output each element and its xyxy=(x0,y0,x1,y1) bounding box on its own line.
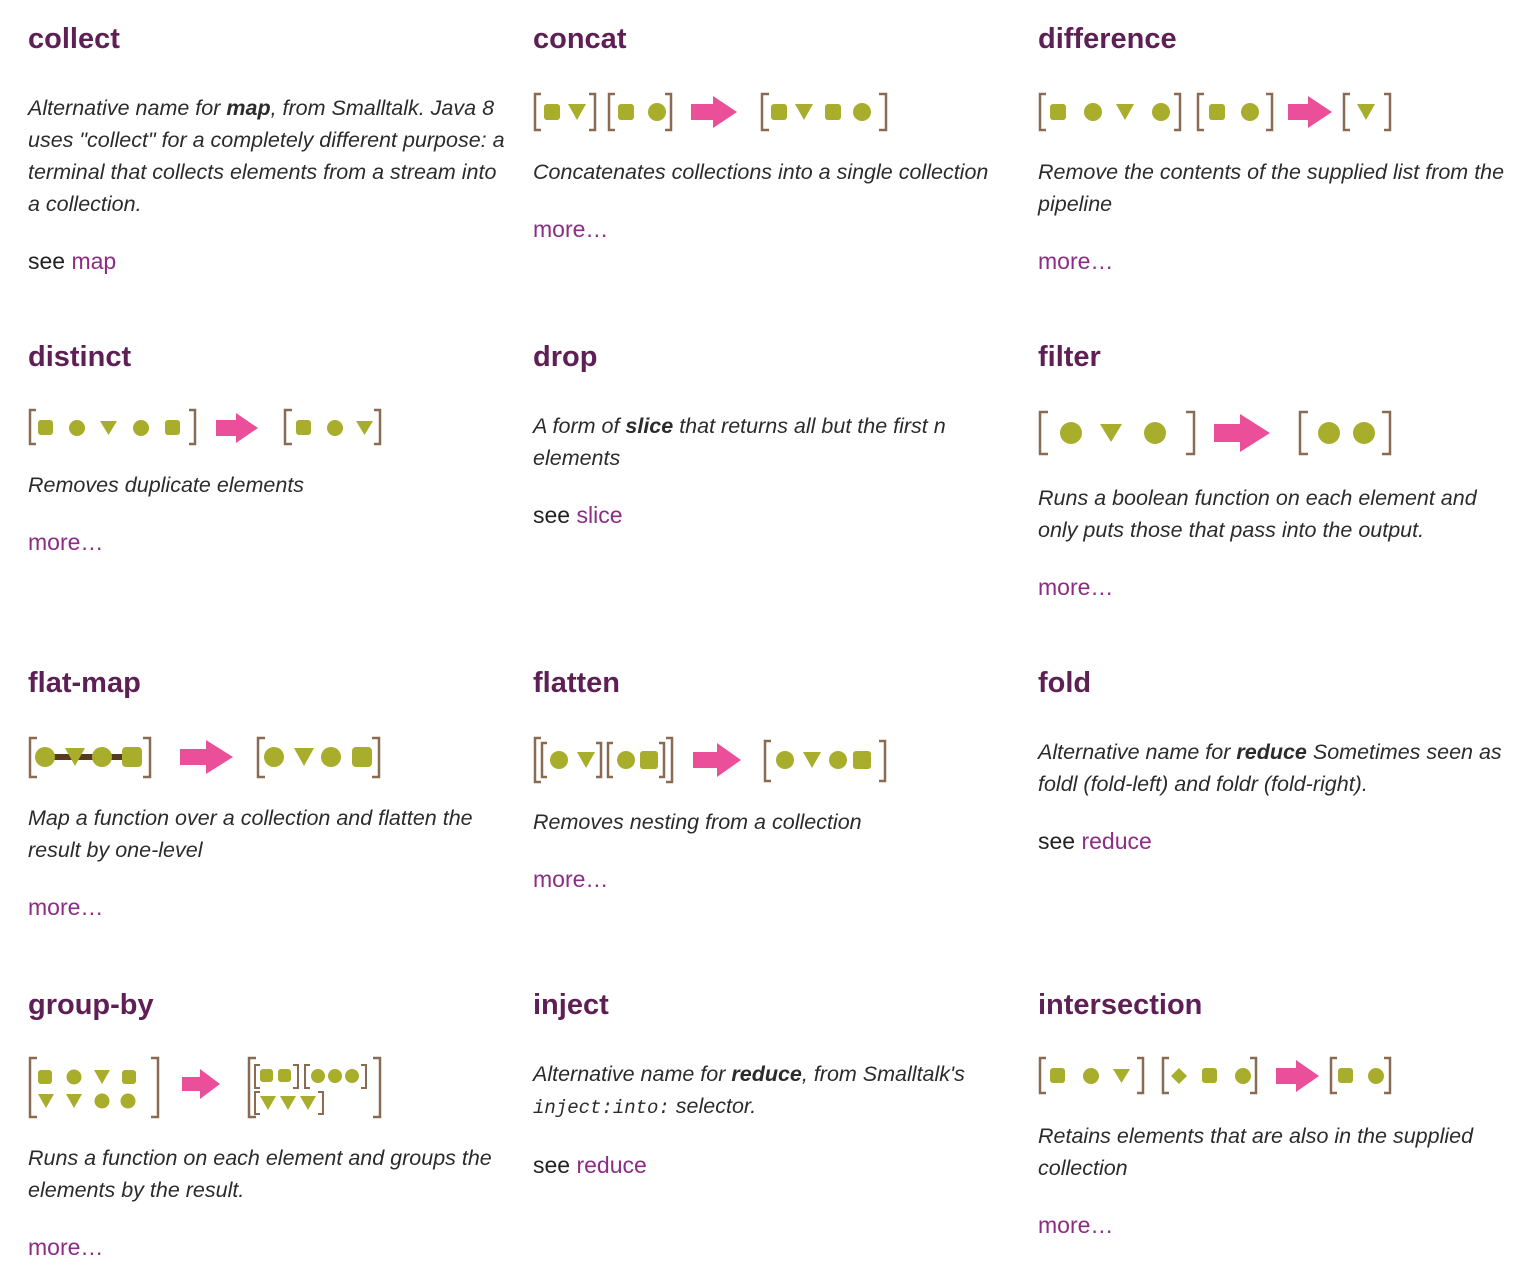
more-link-row: more… xyxy=(28,527,508,557)
more-link-row: more… xyxy=(28,1232,508,1262)
entry-description: A form of slice that returns all but the… xyxy=(533,414,946,470)
entry-title[interactable]: inject xyxy=(533,988,1013,1022)
more-link-row: more… xyxy=(533,864,1013,894)
entry-description: Runs a function on each element and grou… xyxy=(28,1146,492,1202)
entry-description: Removes duplicate elements xyxy=(28,473,305,497)
entry-title[interactable]: drop xyxy=(533,340,1013,374)
more-link[interactable]: more… xyxy=(1038,248,1113,274)
entry-title[interactable]: group-by xyxy=(28,988,508,1022)
operations-grid: collect Alternative name for map, from S… xyxy=(0,0,1540,1282)
difference-diagram xyxy=(1038,92,1398,132)
entry-title[interactable]: distinct xyxy=(28,340,508,374)
link-map[interactable]: map xyxy=(71,248,116,274)
distinct-diagram xyxy=(28,408,388,448)
entry-title[interactable]: concat xyxy=(533,22,1013,56)
more-link-row: more… xyxy=(533,214,1013,244)
more-link-row: more… xyxy=(1038,1210,1518,1240)
arrow-icon xyxy=(216,413,258,443)
see-also: see slice xyxy=(533,502,623,528)
link-reduce[interactable]: reduce xyxy=(1081,828,1151,854)
entry-group-by: group-by Runs a function on each element… xyxy=(28,988,508,1262)
entry-collect: collect Alternative name for map, from S… xyxy=(28,22,508,276)
entry-fold: fold Alternative name for reduce Sometim… xyxy=(1038,666,1518,856)
input-collection-1 xyxy=(533,92,597,132)
entry-description: Retains elements that are also in the su… xyxy=(1038,1124,1474,1180)
entry-description: Map a function over a collection and fla… xyxy=(28,806,473,862)
arrow-icon xyxy=(182,1069,220,1099)
arrow-icon xyxy=(693,743,741,777)
entry-concat: concat Concatenates collections into a s… xyxy=(533,22,1013,244)
group-by-diagram xyxy=(28,1056,388,1120)
entry-title[interactable]: intersection xyxy=(1038,988,1518,1022)
entry-title[interactable]: fold xyxy=(1038,666,1518,700)
more-link[interactable]: more… xyxy=(533,866,608,892)
see-also: see map xyxy=(28,248,117,274)
more-link-row: more… xyxy=(1038,246,1518,276)
entry-description: Removes nesting from a collection xyxy=(533,810,862,834)
entry-filter: filter Runs a boolean function on each e… xyxy=(1038,340,1518,602)
entry-title[interactable]: flatten xyxy=(533,666,1013,700)
entry-description: Remove the contents of the supplied list… xyxy=(1038,160,1505,216)
entry-description: Concatenates collections into a single c… xyxy=(533,160,989,184)
entry-description: Runs a boolean function on each element … xyxy=(1038,486,1477,542)
more-link[interactable]: more… xyxy=(1038,1212,1113,1238)
output-collection xyxy=(760,92,888,132)
more-link-row: more… xyxy=(28,892,508,922)
intersection-diagram xyxy=(1038,1056,1398,1096)
entry-distinct: distinct Removes duplicate elements more… xyxy=(28,340,508,557)
more-link-row: more… xyxy=(1038,572,1518,602)
entry-title[interactable]: flat-map xyxy=(28,666,508,700)
entry-description: Alternative name for map, from Smalltalk… xyxy=(28,96,505,216)
see-also: see reduce xyxy=(1038,828,1152,854)
link-reduce[interactable]: reduce xyxy=(576,1152,646,1178)
arrow-icon xyxy=(1214,414,1270,452)
concat-diagram xyxy=(533,92,893,132)
arrow-icon xyxy=(1288,96,1332,128)
more-link[interactable]: more… xyxy=(28,1234,103,1260)
entry-title[interactable]: filter xyxy=(1038,340,1518,374)
more-link[interactable]: more… xyxy=(28,894,103,920)
entry-inject: inject Alternative name for reduce, from… xyxy=(533,988,1013,1180)
more-link[interactable]: more… xyxy=(1038,574,1113,600)
entry-intersection: intersection Retains elements that are a… xyxy=(1038,988,1518,1240)
entry-title[interactable]: difference xyxy=(1038,22,1518,56)
entry-difference: difference Remove the contents of the su… xyxy=(1038,22,1518,276)
entry-description: Alternative name for reduce, from Smallt… xyxy=(533,1062,965,1119)
more-link[interactable]: more… xyxy=(28,529,103,555)
more-link[interactable]: more… xyxy=(533,216,608,242)
link-slice[interactable]: slice xyxy=(576,502,622,528)
arrow-icon xyxy=(691,96,737,128)
entry-title[interactable]: collect xyxy=(28,22,508,56)
filter-diagram xyxy=(1038,410,1398,456)
entry-drop: drop A form of slice that returns all bu… xyxy=(533,340,1013,530)
arrow-icon xyxy=(1276,1060,1319,1092)
entry-description: Alternative name for reduce Sometimes se… xyxy=(1038,740,1502,796)
input-collection-2 xyxy=(607,92,673,132)
flatten-diagram xyxy=(533,736,893,784)
entry-flat-map: flat-map Map a function over a collectio… xyxy=(28,666,508,922)
see-also: see reduce xyxy=(533,1152,647,1178)
flat-map-diagram xyxy=(28,736,388,780)
arrow-icon xyxy=(180,740,233,774)
